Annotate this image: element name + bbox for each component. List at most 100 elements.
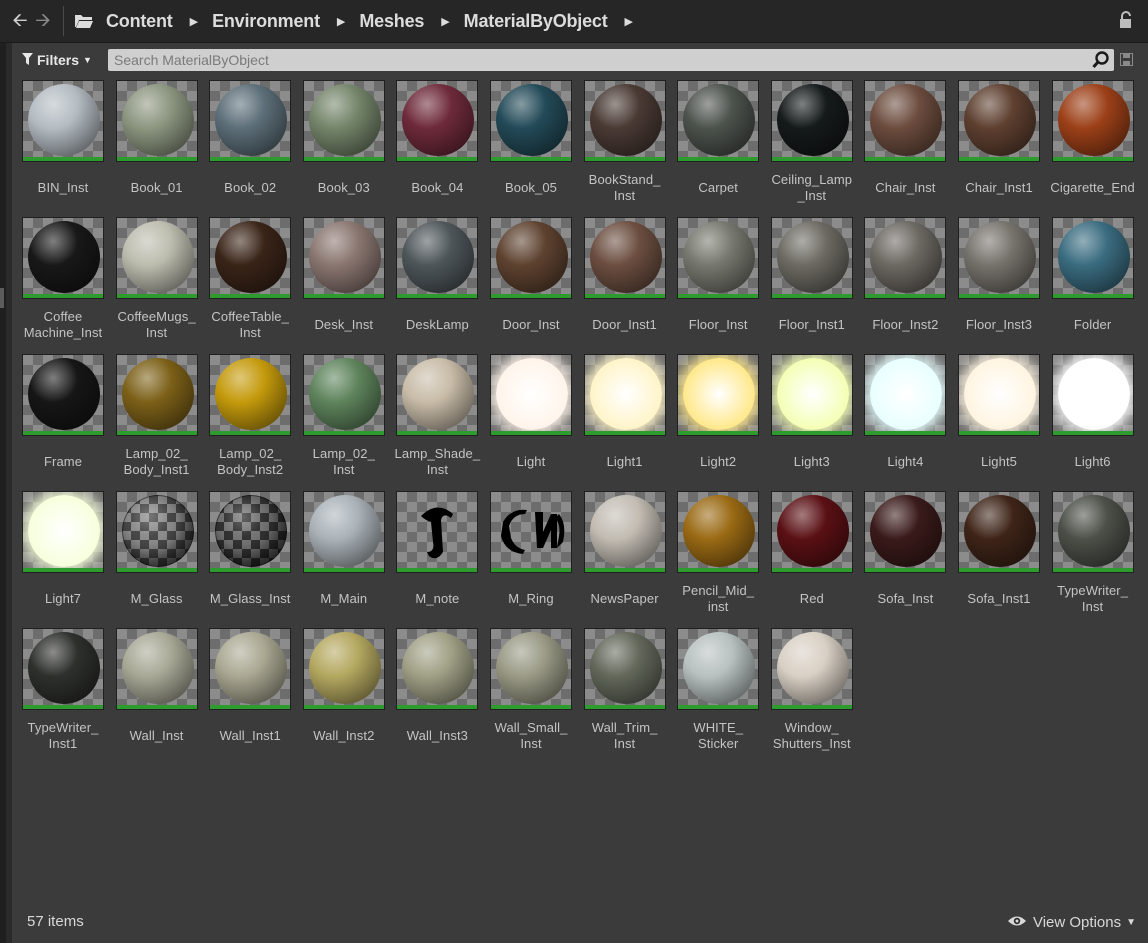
asset-tile[interactable]: Book_05 — [490, 80, 572, 210]
asset-tile[interactable]: M_note — [396, 491, 479, 621]
breadcrumb-item-content[interactable]: Content — [106, 11, 173, 32]
asset-tile[interactable]: Pencil_Mid_ inst — [677, 491, 760, 621]
asset-tile[interactable]: Light5 — [958, 354, 1040, 484]
asset-thumbnail[interactable] — [958, 80, 1040, 162]
chevron-right-icon[interactable]: ▶ — [190, 15, 198, 28]
asset-thumbnail[interactable] — [22, 491, 104, 573]
lock-icon[interactable] — [1118, 11, 1134, 29]
asset-tile[interactable]: Book_01 — [115, 80, 198, 210]
asset-tile[interactable]: NewsPaper — [583, 491, 666, 621]
asset-thumbnail[interactable] — [302, 491, 385, 573]
asset-thumbnail[interactable] — [115, 80, 198, 162]
asset-thumbnail[interactable] — [115, 628, 198, 710]
asset-tile[interactable]: Light4 — [864, 354, 947, 484]
asset-thumbnail[interactable] — [490, 354, 572, 436]
asset-tile[interactable]: TypeWriter_ Inst — [1051, 491, 1134, 621]
asset-tile[interactable]: Lamp_02_ Body_Inst1 — [115, 354, 198, 484]
asset-thumbnail[interactable] — [958, 354, 1040, 436]
asset-tile[interactable]: Wall_Inst2 — [302, 628, 385, 758]
asset-tile[interactable]: Ceiling_Lamp _Inst — [770, 80, 853, 210]
asset-tile[interactable]: Wall_Inst — [115, 628, 198, 758]
asset-tile[interactable]: Folder — [1051, 217, 1134, 347]
asset-tile[interactable]: Floor_Inst2 — [864, 217, 947, 347]
forward-arrow-icon[interactable]: 🡪 — [33, 10, 53, 32]
asset-thumbnail[interactable] — [1051, 491, 1134, 573]
asset-thumbnail[interactable] — [302, 217, 385, 299]
asset-tile[interactable]: Floor_Inst — [677, 217, 760, 347]
asset-thumbnail[interactable] — [1051, 80, 1134, 162]
asset-thumbnail[interactable] — [583, 217, 666, 299]
asset-thumbnail[interactable] — [490, 217, 572, 299]
splitter-handle[interactable] — [0, 288, 4, 308]
asset-tile[interactable]: Red — [770, 491, 853, 621]
asset-tile[interactable]: Light7 — [22, 491, 104, 621]
asset-thumbnail[interactable] — [209, 217, 292, 299]
search-input[interactable] — [114, 49, 1074, 71]
asset-thumbnail[interactable] — [115, 354, 198, 436]
asset-tile[interactable]: Light3 — [770, 354, 853, 484]
asset-tile[interactable]: Lamp_02_ Inst — [302, 354, 385, 484]
asset-thumbnail[interactable] — [583, 628, 666, 710]
chevron-right-icon[interactable]: ▶ — [625, 15, 633, 28]
asset-tile[interactable]: Light6 — [1051, 354, 1134, 484]
filters-button[interactable]: Filters ▼ — [22, 50, 92, 70]
asset-tile[interactable]: CoffeeMugs_ Inst — [115, 217, 198, 347]
asset-tile[interactable]: BookStand_ Inst — [583, 80, 666, 210]
asset-thumbnail[interactable] — [302, 80, 385, 162]
asset-thumbnail[interactable] — [864, 491, 947, 573]
asset-tile[interactable]: Sofa_Inst1 — [958, 491, 1040, 621]
asset-thumbnail[interactable] — [770, 491, 853, 573]
folder-icon[interactable] — [74, 13, 94, 29]
asset-thumbnail[interactable] — [22, 80, 104, 162]
asset-tile[interactable]: Lamp_02_ Body_Inst2 — [209, 354, 292, 484]
asset-tile[interactable]: Wall_Trim_ Inst — [583, 628, 666, 758]
asset-thumbnail[interactable] — [583, 354, 666, 436]
asset-tile[interactable]: Coffee Machine_Inst — [22, 217, 104, 347]
asset-thumbnail[interactable] — [677, 354, 760, 436]
asset-tile[interactable]: Desk_Inst — [302, 217, 385, 347]
asset-tile[interactable]: M_Glass_Inst — [209, 491, 292, 621]
asset-thumbnail[interactable] — [22, 217, 104, 299]
asset-tile[interactable]: Light — [490, 354, 572, 484]
asset-tile[interactable]: Cigarette_End — [1050, 80, 1135, 210]
asset-tile[interactable]: Window_ Shutters_Inst — [770, 628, 853, 758]
asset-tile[interactable]: DeskLamp — [396, 217, 479, 347]
asset-tile[interactable]: Floor_Inst3 — [958, 217, 1040, 347]
asset-thumbnail[interactable] — [770, 217, 853, 299]
asset-tile[interactable]: Book_04 — [396, 80, 479, 210]
search-icon[interactable] — [1092, 51, 1110, 69]
splitter[interactable] — [0, 43, 6, 943]
asset-tile[interactable]: M_Glass — [115, 491, 198, 621]
asset-thumbnail[interactable] — [770, 628, 853, 710]
breadcrumb-item-materialbyobject[interactable]: MaterialByObject — [464, 11, 608, 32]
asset-thumbnail[interactable] — [22, 354, 104, 436]
save-search-icon[interactable] — [1120, 53, 1133, 66]
asset-tile[interactable]: Door_Inst — [490, 217, 572, 347]
asset-tile[interactable]: Wall_Small_ Inst — [490, 628, 572, 758]
asset-thumbnail[interactable] — [583, 80, 666, 162]
asset-tile[interactable]: TypeWriter_ Inst1 — [22, 628, 104, 758]
asset-thumbnail[interactable] — [864, 217, 947, 299]
asset-tile[interactable]: BIN_Inst — [22, 80, 104, 210]
asset-tile[interactable]: Light1 — [583, 354, 666, 484]
asset-thumbnail[interactable] — [302, 354, 385, 436]
asset-tile[interactable]: Light2 — [677, 354, 760, 484]
view-options-button[interactable]: View Options ▼ — [1007, 912, 1136, 932]
breadcrumb-item-meshes[interactable]: Meshes — [359, 11, 424, 32]
asset-thumbnail[interactable] — [396, 217, 479, 299]
asset-thumbnail[interactable] — [302, 628, 385, 710]
asset-tile[interactable]: WHITE_ Sticker — [677, 628, 760, 758]
asset-thumbnail[interactable] — [677, 217, 760, 299]
asset-tile[interactable]: Book_02 — [209, 80, 292, 210]
asset-thumbnail[interactable] — [490, 80, 572, 162]
asset-thumbnail[interactable] — [115, 491, 198, 573]
asset-thumbnail[interactable] — [677, 80, 760, 162]
asset-thumbnail[interactable] — [490, 491, 572, 573]
asset-tile[interactable]: Carpet — [677, 80, 760, 210]
asset-thumbnail[interactable] — [490, 628, 572, 710]
asset-tile[interactable]: Chair_Inst1 — [958, 80, 1040, 210]
breadcrumb-item-environment[interactable]: Environment — [212, 11, 320, 32]
chevron-right-icon[interactable]: ▶ — [337, 15, 345, 28]
back-arrow-icon[interactable]: 🡨 — [10, 10, 30, 32]
asset-tile[interactable]: M_Main — [302, 491, 385, 621]
